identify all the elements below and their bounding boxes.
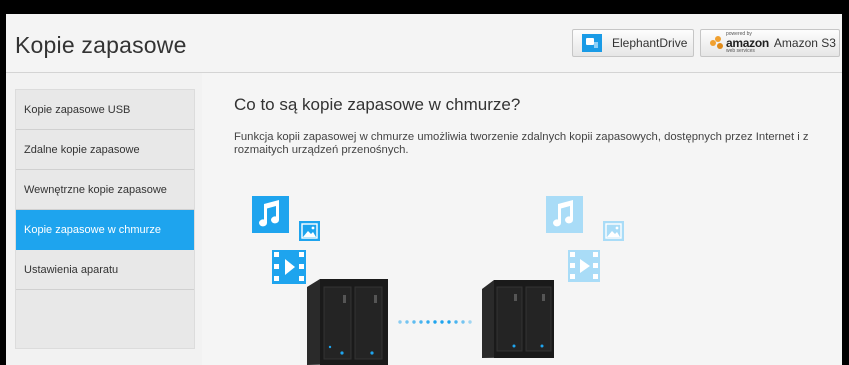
main-content: Co to są kopie zapasowe w chmurze? Funkc… [202,73,842,365]
nas-device-icon [307,279,388,365]
elephantdrive-logo-icon [582,34,602,52]
sidebar-item-cloud-backup[interactable]: Kopie zapasowe w chmurze [16,210,194,250]
music-faded-icon [546,196,583,233]
sidebar-item-usb-backup[interactable]: Kopie zapasowe USB [16,90,194,130]
page-header: Kopie zapasowe ElephantDrive powered by … [6,14,842,73]
backup-sidebar: Kopie zapasowe USB Zdalne kopie zapasowe… [15,89,195,349]
cloud-backup-illustration [252,196,624,365]
remote-nas-device-icon [482,280,554,358]
sidebar-item-internal-backup[interactable]: Wewnętrzne kopie zapasowe [16,170,194,210]
video-icon [272,250,306,284]
page-title: Kopie zapasowe [15,32,187,58]
sidebar-item-remote-backup[interactable]: Zdalne kopie zapasowe [16,130,194,170]
screen-border-right [842,0,849,365]
video-faded-icon [568,250,600,282]
screen-border-top [0,0,849,14]
connection-dots [398,320,472,324]
amazon-s3-label: Amazon S3 [773,36,836,50]
picture-icon [299,221,320,241]
elephantdrive-label: ElephantDrive [612,36,688,50]
app-window: Kopie zapasowe ElephantDrive powered by … [6,14,842,365]
amazon-s3-button[interactable]: powered by amazon web services Amazon S3 [700,29,840,57]
picture-faded-icon [603,221,624,241]
amazon-logo-icon: powered by amazon web services [710,32,769,54]
music-icon [252,196,289,233]
sidebar-item-camera-settings[interactable]: Ustawienia aparatu [16,250,194,290]
elephantdrive-button[interactable]: ElephantDrive [572,29,694,57]
